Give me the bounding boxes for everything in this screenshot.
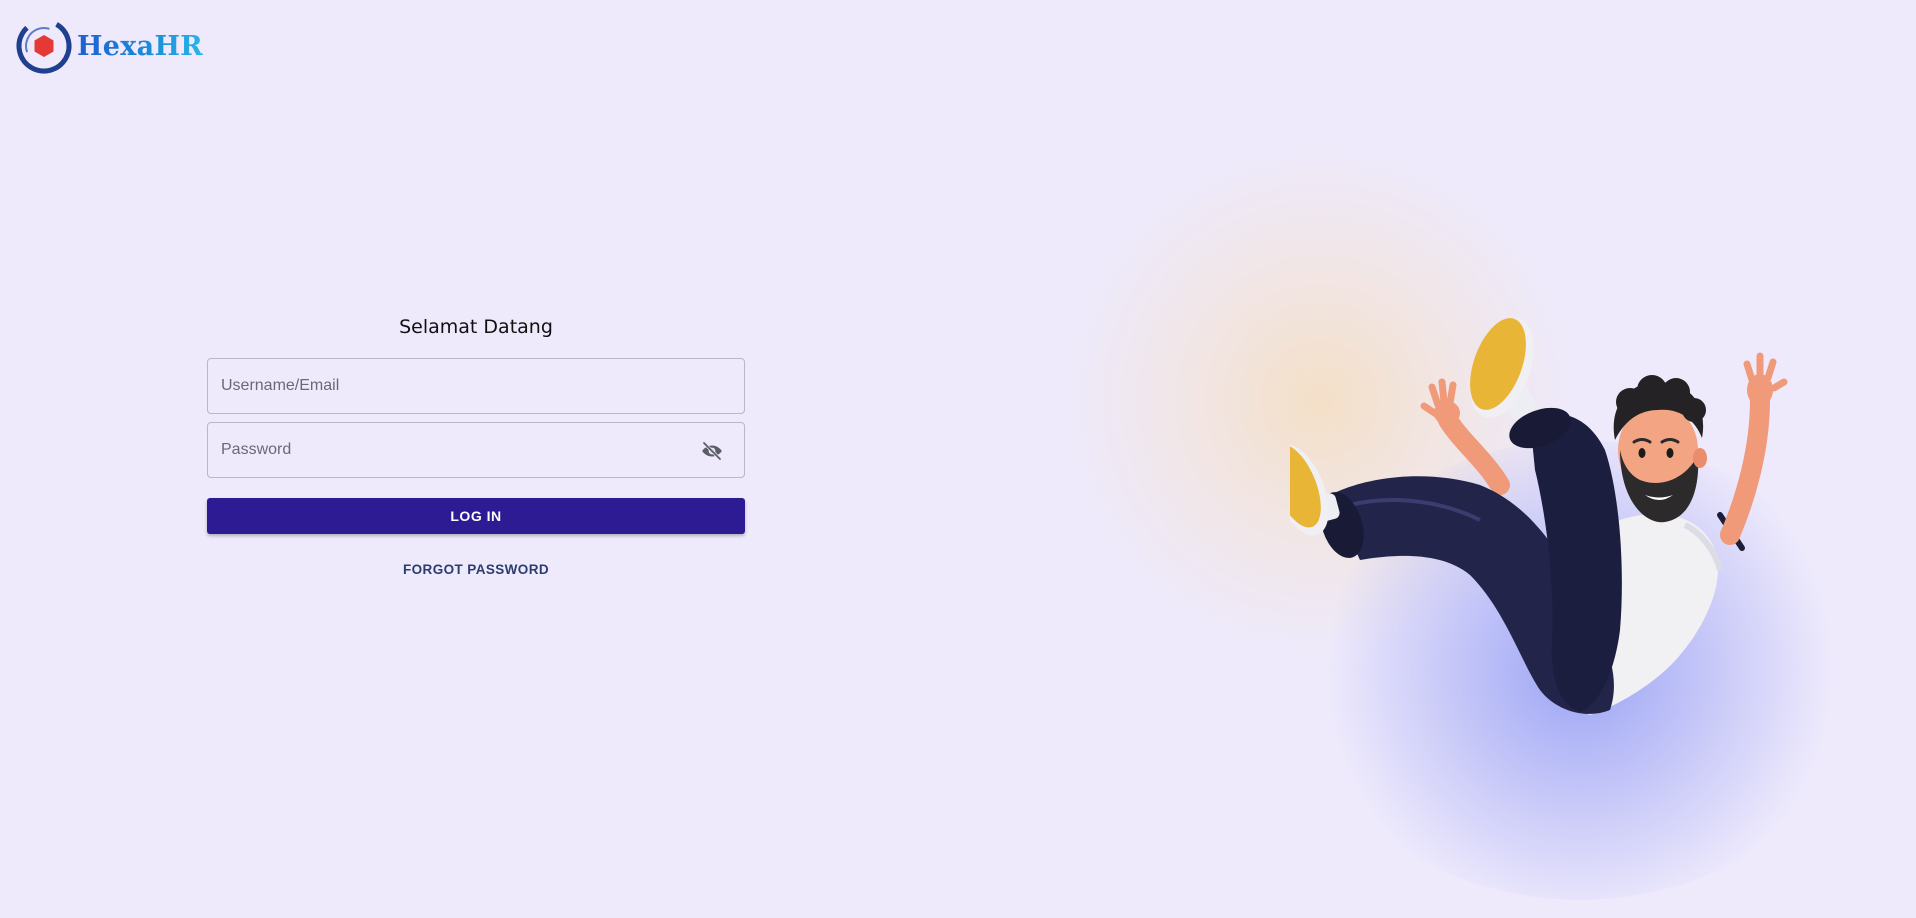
login-button[interactable]: LOG IN: [207, 498, 745, 534]
page-title: Selamat Datang: [399, 316, 553, 338]
password-input[interactable]: [208, 423, 744, 477]
username-field-container: [207, 358, 745, 414]
eye-off-icon[interactable]: [700, 439, 724, 463]
forgot-password-link[interactable]: FORGOT PASSWORD: [207, 562, 745, 577]
login-page: HexaHR Selamat Datang LOG IN FORGOT PASS…: [0, 0, 1916, 918]
username-input[interactable]: [208, 359, 744, 413]
brand-logo[interactable]: HexaHR: [14, 16, 203, 76]
password-field-container: [207, 422, 745, 478]
brand-name: HexaHR: [77, 30, 204, 62]
falling-man-illustration: [1290, 318, 1788, 715]
login-form: Selamat Datang LOG IN FORGOT PASSWORD: [207, 314, 745, 577]
hexagon-ring-logo-icon: [16, 18, 72, 74]
